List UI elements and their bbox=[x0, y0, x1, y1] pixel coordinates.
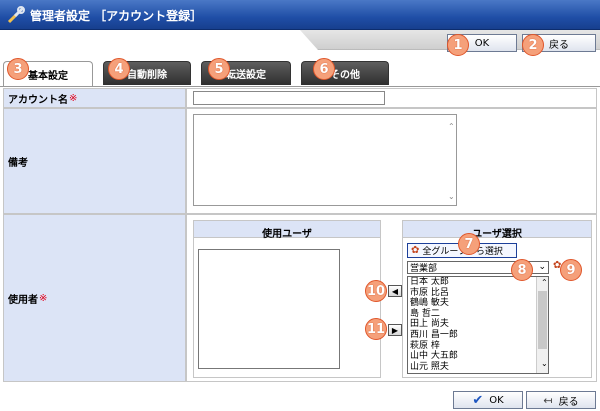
user-select-title: ユーザ選択 bbox=[402, 220, 592, 240]
used-users-panel: 使用ユーザ bbox=[193, 220, 381, 378]
account-name-input[interactable] bbox=[193, 91, 385, 105]
ok-label: OK bbox=[489, 394, 504, 406]
account-name-label: アカウント名 ※ bbox=[3, 88, 186, 108]
list-item[interactable]: 田上 尚夫 bbox=[408, 319, 548, 330]
back-label: 戻る bbox=[549, 39, 569, 51]
list-item[interactable]: 西川 昌一郎 bbox=[408, 330, 548, 341]
list-item[interactable]: 鶴嶋 敏夫 bbox=[408, 298, 548, 309]
page-title: 管理者設定 ［アカウント登録］ bbox=[30, 9, 203, 23]
ok-button-bottom[interactable]: ✔ OK bbox=[453, 391, 523, 409]
callout-4: 4 bbox=[108, 58, 130, 80]
memo-cell: ⌃ ⌄ bbox=[186, 108, 597, 214]
list-item[interactable]: 山元 照夫 bbox=[408, 362, 548, 373]
list-item[interactable]: 市原 比呂 bbox=[408, 288, 548, 299]
callout-5: 5 bbox=[208, 58, 230, 80]
list-item[interactable]: 島 哲二 bbox=[408, 309, 548, 320]
list-item[interactable]: 萩原 梓 bbox=[408, 341, 548, 352]
remove-user-button[interactable]: ▶ bbox=[388, 324, 402, 336]
required-mark: ※ bbox=[69, 92, 78, 104]
tool-icon bbox=[7, 6, 25, 24]
check-icon: ✔ bbox=[472, 392, 484, 408]
callout-11: 11 bbox=[365, 318, 387, 340]
back-label: 戻る bbox=[558, 396, 579, 408]
ok-label: OK bbox=[474, 37, 490, 49]
add-user-button[interactable]: ◀ bbox=[388, 285, 402, 297]
arrow-left-icon: ◀ bbox=[391, 286, 399, 296]
back-arrow-icon: ↤ bbox=[543, 393, 553, 407]
tab-divider bbox=[0, 86, 600, 87]
back-button-bottom[interactable]: ↤ 戻る bbox=[526, 391, 596, 409]
scroll-up-icon[interactable]: ⌃ bbox=[539, 278, 548, 289]
callout-1: 1 bbox=[447, 34, 469, 56]
title-bar: 管理者設定 ［アカウント登録］ bbox=[0, 0, 600, 30]
memo-label: 備考 bbox=[3, 108, 186, 214]
tab-label: 自動削除 bbox=[127, 70, 167, 81]
scroll-up-icon[interactable]: ⌃ bbox=[448, 122, 455, 131]
callout-6: 6 bbox=[313, 58, 335, 80]
tab-label: 基本設定 bbox=[28, 70, 68, 82]
chevron-down-icon: ⌄ bbox=[538, 262, 546, 272]
user-select-panel: ユーザ選択 ✿ 全グループから選択 営業部 ⌄ ✿ 日本 太郎 市原 比呂 鶴嶋… bbox=[402, 220, 592, 378]
memo-textarea[interactable] bbox=[193, 114, 457, 206]
user-listbox[interactable]: 日本 太郎 市原 比呂 鶴嶋 敏夫 島 哲二 田上 尚夫 西川 昌一郎 萩原 梓… bbox=[407, 276, 549, 374]
arrow-right-icon: ▶ bbox=[391, 325, 399, 335]
list-item[interactable]: 山中 大五郎 bbox=[408, 351, 548, 362]
user-list-scrollbar[interactable]: ⌃ ⌄ bbox=[536, 277, 548, 373]
used-users-title: 使用ユーザ bbox=[193, 220, 381, 240]
scroll-down-icon[interactable]: ⌄ bbox=[448, 192, 455, 201]
callout-2: 2 bbox=[522, 34, 544, 56]
callout-3: 3 bbox=[7, 58, 29, 80]
callout-7: 7 bbox=[458, 233, 480, 255]
scroll-thumb[interactable] bbox=[538, 291, 547, 349]
callout-8: 8 bbox=[511, 259, 533, 281]
callout-9: 9 bbox=[560, 259, 582, 281]
account-name-cell bbox=[186, 88, 597, 108]
used-users-listbox[interactable] bbox=[198, 249, 340, 369]
users-label: 使用者 ※ bbox=[3, 214, 186, 382]
tab-label: 転送設定 bbox=[226, 70, 266, 81]
required-mark: ※ bbox=[39, 292, 48, 304]
group-icon: ✿ bbox=[411, 245, 420, 256]
scroll-down-icon[interactable]: ⌄ bbox=[539, 359, 548, 370]
callout-10: 10 bbox=[365, 280, 387, 302]
